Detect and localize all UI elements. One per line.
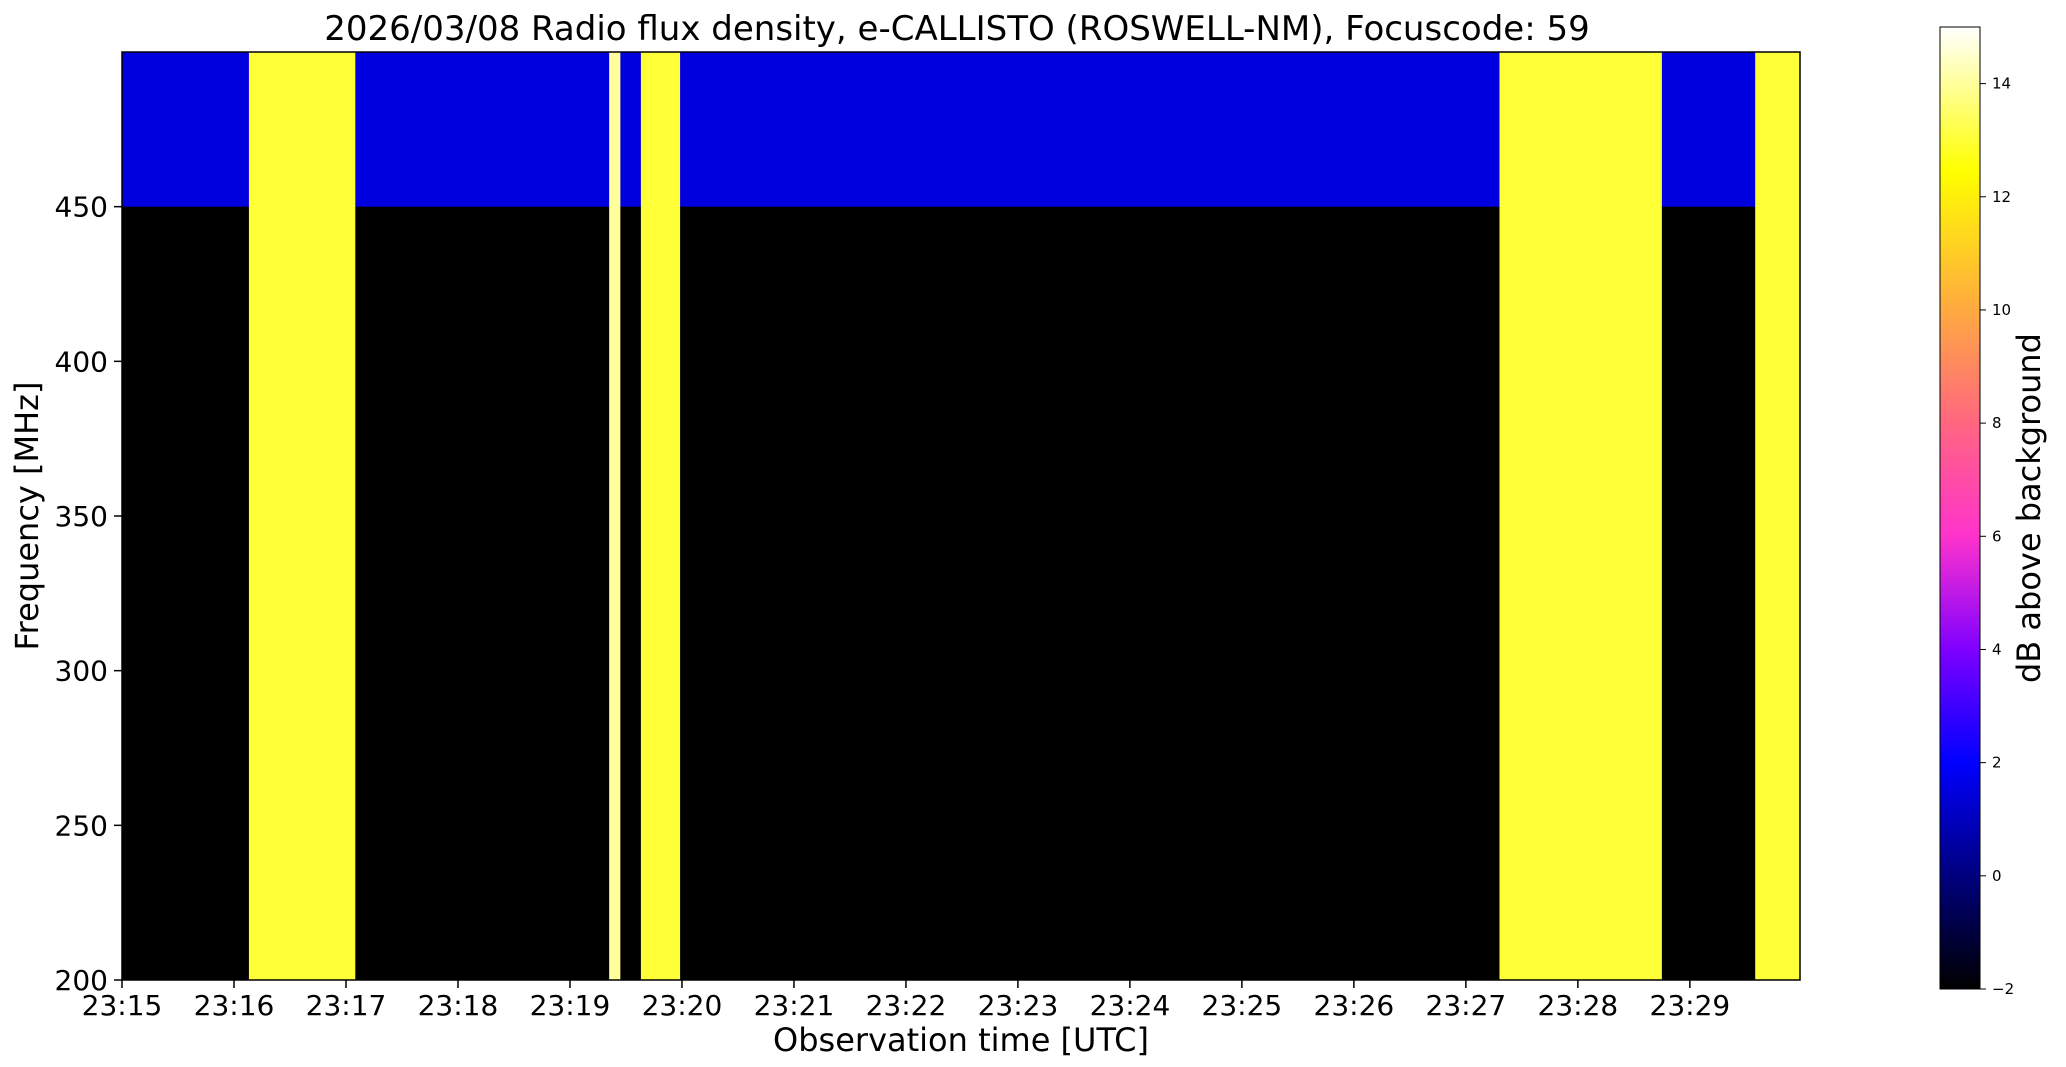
x-tick-label: 23:24 (1090, 989, 1171, 1022)
colorbar-tick-label: 4 (1992, 640, 2002, 658)
y-tick-label: 300 (55, 655, 108, 688)
colorbar-tick-label: 2 (1992, 754, 2002, 772)
y-axis-label: Frequency [MHz] (8, 382, 46, 651)
x-tick-label: 23:29 (1650, 989, 1731, 1022)
y-tick-label: 250 (55, 809, 108, 842)
x-tick-label: 23:18 (418, 989, 499, 1022)
colorbar-tick-label: −2 (1992, 980, 2014, 998)
colorbar-tick-label: 10 (1992, 301, 2011, 319)
y-tick-label: 200 (55, 964, 108, 997)
colorbar-tick-label: 6 (1992, 527, 2002, 545)
colorbar-tick-label: 0 (1992, 867, 2002, 885)
bright-band (609, 52, 621, 980)
bright-band (1499, 52, 1662, 980)
bright-band (1755, 52, 1800, 980)
bright-band (248, 52, 356, 980)
bright-band (640, 52, 681, 980)
x-axis-label: Observation time [UTC] (773, 1021, 1149, 1059)
colorbar-tick-label: 14 (1992, 75, 2011, 93)
colorbar-label: dB above background (2010, 333, 2048, 683)
colorbar-tick-label: 8 (1992, 414, 2002, 432)
x-tick-label: 23:17 (306, 989, 387, 1022)
y-axis: 200 250 300 350 400 450 (55, 191, 122, 997)
y-tick-label: 400 (55, 345, 108, 378)
colorbar-gradient (1939, 26, 1981, 990)
x-tick-label: 23:28 (1538, 989, 1619, 1022)
x-tick-label: 23:23 (978, 989, 1059, 1022)
spectrogram-plot-area (121, 51, 1801, 981)
colorbar-ticks: −2 0 2 4 6 8 10 12 14 (1980, 75, 2014, 998)
x-axis: 23:15 23:16 23:17 23:18 23:19 23:20 23:21 23:22… (82, 980, 1731, 1022)
x-tick-label: 23:26 (1314, 989, 1395, 1022)
x-tick-label: 23:16 (194, 989, 275, 1022)
x-tick-label: 23:25 (1202, 989, 1283, 1022)
colorbar-tick-label: 12 (1992, 188, 2011, 206)
colorbar: −2 0 2 4 6 8 10 12 14 dB above background (1939, 26, 2048, 998)
y-tick-label: 450 (55, 191, 108, 224)
x-tick-label: 23:19 (530, 989, 611, 1022)
chart-title: 2026/03/08 Radio flux density, e-CALLIST… (324, 9, 1589, 49)
y-tick-label: 350 (55, 500, 108, 533)
x-tick-label: 23:27 (1426, 989, 1507, 1022)
x-tick-label: 23:22 (866, 989, 947, 1022)
x-tick-label: 23:20 (642, 989, 723, 1022)
x-tick-label: 23:21 (754, 989, 835, 1022)
spectrogram-figure: 2026/03/08 Radio flux density, e-CALLIST… (8, 9, 2048, 1059)
